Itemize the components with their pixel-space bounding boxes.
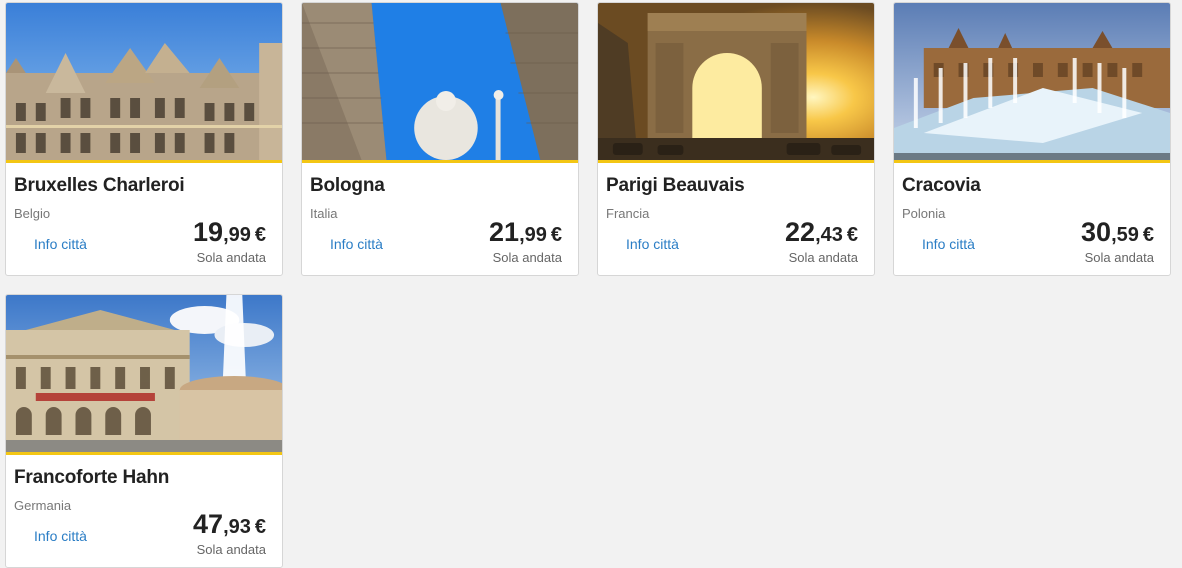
country-name: Germania — [14, 498, 72, 513]
price-currency: € — [254, 516, 266, 538]
destination-card-cracovia[interactable]: Cracovia Polonia Info città 30,59 € Sola … — [893, 2, 1171, 276]
card-accent-bar — [894, 160, 1170, 163]
city-info-link[interactable]: Info città — [34, 528, 87, 544]
city-name: Bruxelles Charleroi — [14, 175, 185, 196]
destination-card-bruxelles[interactable]: Bruxelles Charleroi Belgio Info città 19… — [5, 2, 283, 276]
city-info-link[interactable]: Info città — [922, 236, 975, 252]
fare-type: Sola andata — [196, 250, 266, 265]
card-accent-bar — [598, 160, 874, 163]
price: 47,93 € — [193, 509, 266, 540]
country-name: Francia — [606, 206, 650, 221]
city-name: Cracovia — [902, 175, 981, 196]
card-accent-bar — [6, 160, 282, 163]
destination-card-bologna[interactable]: Bologna Italia Info città 21,99 € Sola an… — [301, 2, 579, 276]
fare-type: Sola andata — [788, 250, 858, 265]
fare-type: Sola andata — [196, 542, 266, 557]
city-info-link[interactable]: Info città — [34, 236, 87, 252]
destination-photo — [302, 3, 578, 160]
price-integer: 22 — [785, 217, 816, 247]
card-accent-bar — [302, 160, 578, 163]
country-name: Polonia — [902, 206, 946, 221]
price-integer: 19 — [193, 217, 224, 247]
price-currency: € — [550, 224, 562, 246]
destination-card-francoforte[interactable]: Francoforte Hahn Germania Info città 47,… — [5, 294, 283, 568]
country-name: Belgio — [14, 206, 51, 221]
price: 19,99 € — [193, 217, 266, 248]
price-currency: € — [846, 224, 858, 246]
price-decimals: ,59 — [1111, 224, 1139, 246]
city-name: Parigi Beauvais — [606, 175, 745, 196]
price-currency: € — [254, 224, 266, 246]
price-decimals: ,99 — [519, 224, 547, 246]
fare-type: Sola andata — [492, 250, 562, 265]
city-info-link[interactable]: Info città — [330, 236, 383, 252]
price: 22,43 € — [785, 217, 858, 248]
destination-photo — [6, 3, 282, 160]
price-decimals: ,99 — [223, 224, 251, 246]
card-accent-bar — [6, 452, 282, 455]
price-integer: 21 — [489, 217, 520, 247]
destination-photo — [6, 295, 282, 452]
destination-card-parigi[interactable]: Parigi Beauvais Francia Info città 22,43… — [597, 2, 875, 276]
country-name: Italia — [310, 206, 338, 221]
price: 21,99 € — [489, 217, 562, 248]
price-currency: € — [1142, 224, 1154, 246]
city-name: Bologna — [310, 175, 385, 196]
city-name: Francoforte Hahn — [14, 467, 170, 488]
price-integer: 47 — [193, 509, 224, 539]
price-integer: 30 — [1081, 217, 1112, 247]
price-decimals: ,43 — [815, 224, 843, 246]
city-info-link[interactable]: Info città — [626, 236, 679, 252]
price-decimals: ,93 — [223, 516, 251, 538]
destination-photo — [894, 3, 1170, 160]
price: 30,59 € — [1081, 217, 1154, 248]
fare-type: Sola andata — [1084, 250, 1154, 265]
destination-photo — [598, 3, 874, 160]
